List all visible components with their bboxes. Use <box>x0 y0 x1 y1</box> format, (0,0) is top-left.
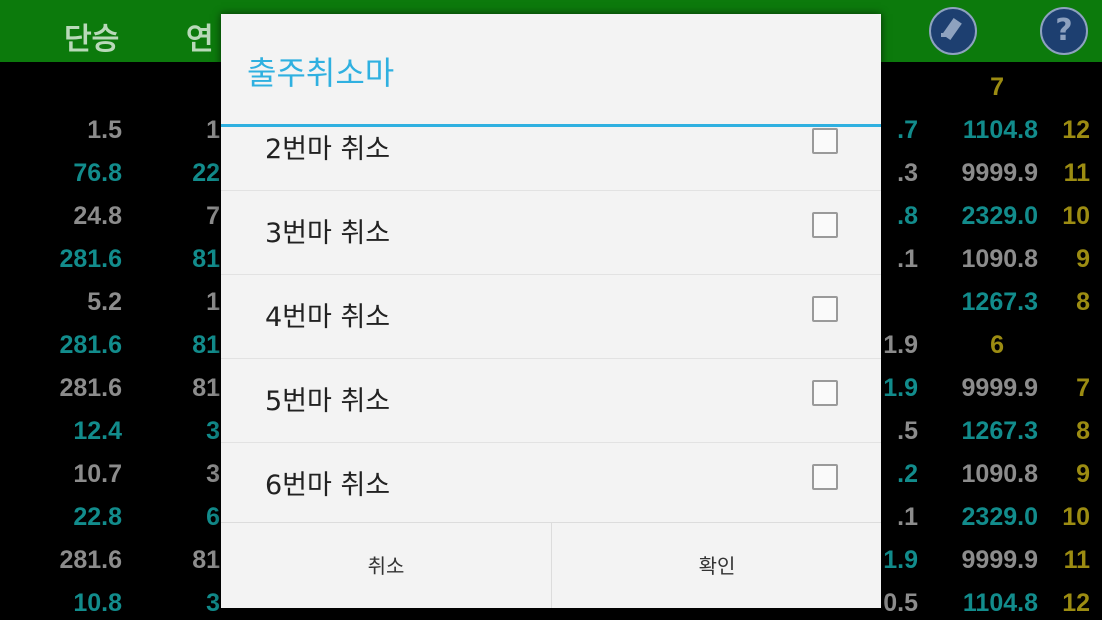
horse-cancel-list: 2번마 취소 3번마 취소 4번마 취소 5번마 취소 6번마 취소 <box>221 127 881 522</box>
cancel-button[interactable]: 취소 <box>221 523 551 608</box>
item-label: 3번마 취소 <box>265 218 391 249</box>
dialog-button-bar: 취소 확인 <box>221 522 881 608</box>
checkbox[interactable] <box>812 128 838 154</box>
item-label: 4번마 취소 <box>265 302 391 333</box>
list-item[interactable]: 3번마 취소 <box>221 191 881 275</box>
list-item[interactable]: 2번마 취소 <box>221 127 881 191</box>
item-label: 2번마 취소 <box>265 134 391 165</box>
list-item[interactable]: 5번마 취소 <box>221 359 881 443</box>
list-item[interactable]: 6번마 취소 <box>221 443 881 522</box>
dialog-title: 출주취소마 <box>247 54 395 92</box>
checkbox[interactable] <box>812 380 838 406</box>
checkbox[interactable] <box>812 464 838 490</box>
checkbox[interactable] <box>812 296 838 322</box>
checkbox[interactable] <box>812 212 838 238</box>
item-label: 6번마 취소 <box>265 470 391 501</box>
cancel-horses-dialog: 출주취소마 2번마 취소 3번마 취소 4번마 취소 5번마 취소 6번마 취소… <box>221 14 881 608</box>
confirm-button[interactable]: 확인 <box>551 523 881 608</box>
list-item[interactable]: 4번마 취소 <box>221 275 881 359</box>
item-label: 5번마 취소 <box>265 386 391 417</box>
